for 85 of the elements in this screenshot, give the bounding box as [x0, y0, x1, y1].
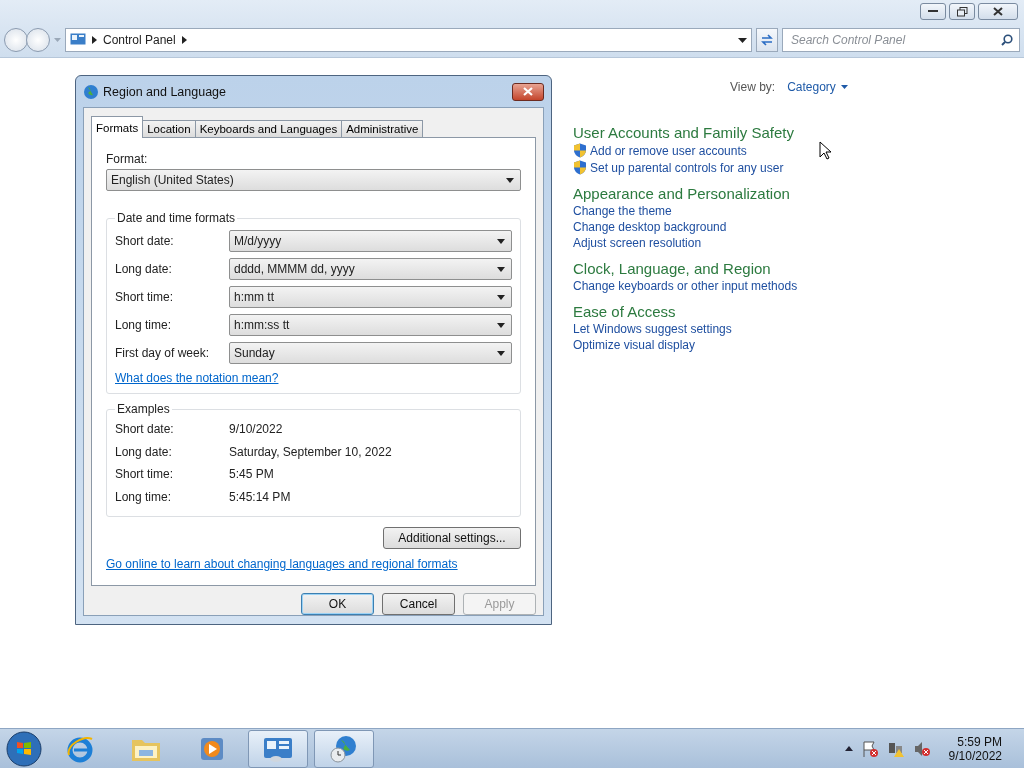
dropdown-arrow-icon	[506, 177, 514, 183]
dropdown-arrow-icon	[497, 266, 505, 272]
category-task-link[interactable]: Change the theme	[573, 204, 1024, 218]
shield-icon	[573, 143, 587, 158]
taskbar-app-button[interactable]	[248, 729, 308, 768]
category-task-link[interactable]: Adjust screen resolution	[573, 236, 1024, 250]
example-label: Long time:	[115, 489, 173, 504]
dialog-tab[interactable]: Administrative	[341, 120, 424, 138]
example-value: 9/10/2022	[229, 422, 284, 437]
breadcrumb-item[interactable]: Control Panel	[103, 33, 176, 47]
globe-clock-icon	[329, 733, 359, 764]
dialog-tab[interactable]: Keyboards and Languages	[194, 120, 343, 138]
breadcrumb-arrow-icon[interactable]	[92, 36, 97, 44]
start-button[interactable]	[4, 729, 44, 768]
group-title: Examples	[116, 402, 171, 416]
search-box[interactable]: Search Control Panel	[782, 28, 1020, 52]
format-pattern-dropdown[interactable]: Sunday	[229, 342, 512, 364]
clock-time[interactable]: 5:59 PM	[957, 734, 1002, 749]
shield-icon	[573, 160, 587, 175]
address-bar[interactable]: Control Panel	[65, 28, 752, 52]
example-value: Saturday, September 10, 2022	[229, 444, 393, 459]
category-task-link[interactable]: Add or remove user accounts	[573, 143, 1024, 158]
taskbar-app-button[interactable]	[314, 729, 374, 768]
media-player-icon	[199, 735, 225, 762]
dialog-button[interactable]: Cancel	[382, 593, 455, 615]
example-label: Short time:	[115, 467, 175, 482]
format-label: Format:	[106, 152, 149, 166]
online-help-link[interactable]: Go online to learn about changing languages and regional formats	[106, 557, 458, 571]
history-dropdown-icon[interactable]	[738, 37, 747, 43]
browser-e-icon	[66, 734, 94, 763]
notation-help-link[interactable]: What does the notation mean?	[115, 371, 279, 385]
dropdown-arrow-icon	[497, 294, 505, 300]
format-pattern-dropdown[interactable]: M/d/yyyy	[229, 230, 512, 252]
close-icon	[993, 7, 1003, 16]
show-hidden-icons-icon[interactable]	[844, 746, 853, 751]
category-task-link[interactable]: Set up parental controls for any user	[573, 160, 1024, 175]
refresh-icon	[760, 34, 774, 46]
control-panel-icon	[70, 33, 86, 47]
close-button[interactable]	[512, 82, 544, 101]
dialog-tab[interactable]: Formats	[91, 116, 144, 138]
field-label: Long time:	[115, 318, 173, 332]
category-task-link[interactable]: Change keyboards or other input methods	[573, 279, 1024, 293]
category-task-link[interactable]: Optimize visual display	[573, 338, 1024, 352]
format-pattern-dropdown[interactable]: h:mm:ss tt	[229, 314, 512, 336]
view-by-dropdown[interactable]: Category	[787, 80, 848, 94]
view-by-label: View by:	[730, 80, 776, 94]
category-title-link[interactable]: User Accounts and Family Safety	[573, 124, 1024, 141]
dropdown-arrow-icon	[497, 238, 505, 244]
restore-icon	[956, 6, 968, 17]
clock-date[interactable]: 9/10/2022	[948, 748, 1002, 763]
example-label: Long date:	[115, 444, 173, 459]
dropdown-arrow-icon	[497, 350, 505, 356]
dropdown-arrow-icon	[497, 322, 505, 328]
refresh-button[interactable]	[756, 28, 778, 52]
category-title-link[interactable]: Ease of Access	[573, 303, 1024, 320]
additional-settings-button[interactable]: Additional settings...	[383, 527, 521, 549]
format-pattern-dropdown[interactable]: dddd, MMMM dd, yyyy	[229, 258, 512, 280]
field-label: Long date:	[115, 262, 173, 276]
category-task-link[interactable]: Let Windows suggest settings	[573, 322, 1024, 336]
field-label: First day of week:	[115, 346, 211, 360]
category-title-link[interactable]: Clock, Language, and Region	[573, 260, 1024, 277]
example-value: 5:45:14 PM	[229, 489, 292, 504]
minimize-button[interactable]	[920, 3, 946, 20]
example-label: Short date:	[115, 422, 175, 437]
dialog-tab[interactable]: Location	[142, 120, 196, 138]
example-value: 5:45 PM	[229, 467, 275, 482]
field-label: Short time:	[115, 290, 175, 304]
dialog-button[interactable]: OK	[301, 593, 374, 615]
restore-button[interactable]	[949, 3, 975, 20]
flag-error-icon[interactable]	[860, 739, 879, 758]
globe-icon	[83, 83, 99, 100]
breadcrumb-arrow-icon[interactable]	[181, 36, 187, 44]
search-icon	[1001, 34, 1013, 46]
minimize-icon	[928, 10, 938, 13]
group-title: Date and time formats	[116, 211, 237, 225]
dialog-title: Region and Language	[103, 84, 228, 99]
category-title-link[interactable]: Appearance and Personalization	[573, 185, 1024, 202]
close-button[interactable]	[978, 3, 1018, 20]
format-pattern-dropdown[interactable]: h:mm tt	[229, 286, 512, 308]
caret-icon	[840, 85, 848, 89]
field-label: Short date:	[115, 234, 175, 248]
format-dropdown[interactable]: English (United States)	[106, 169, 521, 191]
close-icon	[523, 87, 533, 96]
mouse-cursor-icon	[819, 141, 833, 161]
category-task-link[interactable]: Change desktop background	[573, 220, 1024, 234]
